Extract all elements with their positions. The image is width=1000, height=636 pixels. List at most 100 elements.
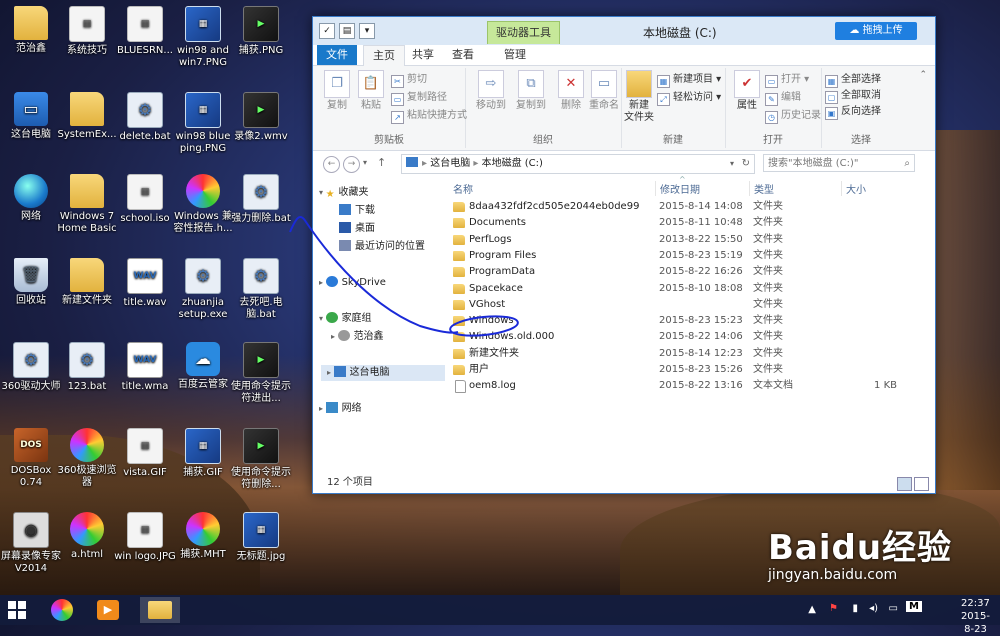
table-row[interactable]: ProgramData 2015-8-22 16:26 文件夹 bbox=[447, 264, 927, 280]
table-row[interactable]: PerfLogs 2013-8-22 15:50 文件夹 bbox=[447, 232, 927, 248]
table-row[interactable]: Windows.old.000 2015-8-22 14:06 文件夹 bbox=[447, 329, 927, 345]
desktop-icon-item[interactable]: ▦ 捕获.GIF bbox=[172, 428, 234, 479]
nav-desktop[interactable]: 桌面 bbox=[339, 221, 375, 237]
battery-icon[interactable]: ▭ bbox=[889, 603, 898, 614]
desktop-icon-item[interactable]: ⚙ 强力删除.bat bbox=[230, 174, 292, 225]
search-input[interactable]: 搜索"本地磁盘 (C:)" ⌕ bbox=[763, 154, 915, 172]
tab-view[interactable]: 查看 bbox=[445, 45, 481, 65]
properties-button[interactable]: ✔ 属性 bbox=[729, 70, 765, 112]
desktop-icon-item[interactable]: ⚙ 去死吧.电脑.bat bbox=[230, 258, 292, 321]
desktop-icon-item[interactable]: ⚙ 123.bat bbox=[56, 342, 118, 393]
open-button[interactable]: ▭ 打开 ▾ bbox=[765, 72, 809, 88]
nav-recent[interactable]: 最近访问的位置 bbox=[339, 239, 425, 255]
table-row[interactable]: Windows 2015-8-23 15:23 文件夹 bbox=[447, 313, 927, 329]
easy-access-button[interactable]: ⤢ 轻松访问 ▾ bbox=[657, 90, 721, 106]
nav-this-pc[interactable]: ▸ 这台电脑 bbox=[321, 365, 445, 381]
address-bar[interactable]: ▸ 这台电脑 ▸ 本地磁盘 (C:) ▾ ↻ bbox=[401, 154, 755, 174]
delete-button[interactable]: ✕ 删除 bbox=[553, 70, 589, 112]
desktop-icon-item[interactable]: ▶ 捕获.PNG bbox=[230, 6, 292, 57]
desktop-icon-item[interactable]: 🗑 回收站 bbox=[0, 258, 62, 307]
table-row[interactable]: 8daa432fdf2cd505e2044eb0de99 2015-8-14 14… bbox=[447, 199, 927, 215]
copy-path-button[interactable]: ▭ 复制路径 bbox=[391, 90, 447, 106]
copy-to-button[interactable]: ⧉ 复制到 bbox=[511, 70, 551, 112]
select-all-button[interactable]: ▦ 全部选择 bbox=[825, 72, 881, 88]
desktop-icon-item[interactable]: a.html bbox=[56, 512, 118, 561]
desktop-icon-item[interactable]: ▤ school.iso bbox=[114, 174, 176, 225]
column-header-type[interactable]: 类型 bbox=[749, 181, 774, 196]
refresh-icon[interactable]: ↻ bbox=[742, 155, 750, 173]
desktop-icon-item[interactable]: ▶ 使用命令提示符删除... bbox=[230, 428, 292, 491]
column-header-name[interactable]: 名称 bbox=[453, 181, 473, 196]
collapse-ribbon-icon[interactable]: ⌃ bbox=[919, 70, 927, 80]
back-arrow-icon[interactable]: ← bbox=[323, 156, 340, 173]
desktop-icon-item[interactable]: ▶ 录像2.wmv bbox=[230, 92, 292, 143]
desktop-icon-item[interactable]: ⚙ 360驱动大师 bbox=[0, 342, 62, 393]
desktop-icon-item[interactable]: ⚙ zhuanjia setup.exe bbox=[172, 258, 234, 321]
title-bar[interactable]: ✓ ▤ ▾ 驱动器工具 本地磁盘 (C:) ☁ 拖拽上传 bbox=[313, 17, 935, 45]
desktop-icon-item[interactable]: Windows 7 Home Basic bbox=[56, 174, 118, 235]
up-arrow-icon[interactable]: ↑ bbox=[377, 156, 386, 169]
desktop-icon-item[interactable]: SystemEx... bbox=[56, 92, 118, 141]
move-to-button[interactable]: ⇨ 移动到 bbox=[471, 70, 511, 112]
large-icons-view-icon[interactable] bbox=[914, 477, 929, 491]
copy-button[interactable]: ❐ 复制 bbox=[319, 70, 355, 112]
clock[interactable]: 22:37 2015-8-23 bbox=[961, 597, 990, 636]
desktop-icon-item[interactable]: 360极速浏览器 bbox=[56, 428, 118, 489]
nav-downloads[interactable]: 下载 bbox=[339, 203, 375, 219]
address-dropdown-icon[interactable]: ▾ bbox=[730, 155, 734, 173]
cut-button[interactable]: ✂ 剪切 bbox=[391, 72, 427, 88]
network-signal-icon[interactable]: ▮ bbox=[852, 603, 858, 614]
tray-expand-icon[interactable]: ▲ bbox=[808, 604, 816, 615]
volume-icon[interactable]: ◂) bbox=[869, 603, 878, 614]
explorer-window[interactable]: ✓ ▤ ▾ 驱动器工具 本地磁盘 (C:) ☁ 拖拽上传 文件 主页 共享 查看… bbox=[312, 16, 936, 494]
properties-icon[interactable]: ✓ bbox=[319, 23, 335, 39]
table-row[interactable]: Program Files 2015-8-23 15:19 文件夹 bbox=[447, 248, 927, 264]
tab-home[interactable]: 主页 bbox=[363, 45, 405, 67]
desktop-icon-item[interactable]: WAV title.wma bbox=[114, 342, 176, 393]
new-folder-button[interactable]: 新建 文件夹 bbox=[623, 70, 655, 124]
desktop-icon-item[interactable]: 范治鑫 bbox=[0, 6, 62, 55]
upload-button[interactable]: ☁ 拖拽上传 bbox=[835, 22, 917, 40]
windows-start-icon[interactable] bbox=[8, 601, 26, 619]
desktop-icon-item[interactable]: ▭ 这台电脑 bbox=[0, 92, 62, 141]
breadcrumb-drive[interactable]: 本地磁盘 (C:) bbox=[482, 158, 543, 169]
select-none-button[interactable]: ▢ 全部取消 bbox=[825, 88, 881, 104]
edit-button[interactable]: ✎ 编辑 bbox=[765, 90, 801, 106]
forward-arrow-icon[interactable]: → bbox=[343, 156, 360, 173]
desktop-icon-item[interactable]: DOS DOSBox 0.74 bbox=[0, 428, 62, 489]
breadcrumb-this-pc[interactable]: 这台电脑 bbox=[430, 158, 470, 169]
paste-button[interactable]: 📋 粘贴 bbox=[353, 70, 389, 112]
table-row[interactable]: Spacekace 2015-8-10 18:08 文件夹 bbox=[447, 281, 927, 297]
desktop-icon-item[interactable]: 新建文件夹 bbox=[56, 258, 118, 307]
table-row[interactable]: 用户 2015-8-23 15:26 文件夹 bbox=[447, 362, 927, 378]
desktop-icon-item[interactable]: ▤ vista.GIF bbox=[114, 428, 176, 479]
desktop-icon-item[interactable]: ▦ win98 blue ping.PNG bbox=[172, 92, 234, 155]
nav-favorites[interactable]: ▾ ★ 收藏夹 bbox=[319, 185, 369, 201]
desktop-icon-item[interactable]: ▤ BLUESRN... bbox=[114, 6, 176, 57]
paste-shortcut-button[interactable]: ↗ 粘贴快捷方式 bbox=[391, 108, 467, 124]
taskbar-browser-app[interactable] bbox=[42, 597, 82, 623]
desktop-icon-item[interactable]: 网络 bbox=[0, 174, 62, 223]
desktop-icon-item[interactable]: ◉ 屏幕录像专家V2014 bbox=[0, 512, 62, 575]
desktop-icon-item[interactable]: 捕获.MHT bbox=[172, 512, 234, 561]
rename-button[interactable]: ▭ 重命名 bbox=[585, 70, 623, 112]
desktop-icon-item[interactable]: ▦ 无标题.jpg bbox=[230, 512, 292, 563]
desktop-icon-item[interactable]: ▤ win logo.JPG bbox=[114, 512, 176, 563]
table-row[interactable]: VGhost 文件夹 bbox=[447, 297, 927, 313]
desktop-icon-item[interactable]: ☁ 百度云管家 bbox=[172, 342, 234, 391]
desktop-icon-item[interactable]: ▦ win98 and win7.PNG bbox=[172, 6, 234, 69]
table-row[interactable]: Documents 2015-8-11 10:48 文件夹 bbox=[447, 215, 927, 231]
table-row[interactable]: 新建文件夹 2015-8-14 12:23 文件夹 bbox=[447, 346, 927, 362]
new-item-button[interactable]: ▦ 新建项目 ▾ bbox=[657, 72, 721, 88]
desktop-icon-item[interactable]: Windows 兼容性报告.h... bbox=[172, 174, 234, 235]
desktop-icon-item[interactable]: ▤ 系统技巧 bbox=[56, 6, 118, 57]
nav-skydrive[interactable]: ▸ SkyDrive bbox=[319, 275, 386, 291]
qat-dropdown-icon[interactable]: ▾ bbox=[359, 23, 375, 39]
tab-manage[interactable]: 管理 bbox=[485, 45, 545, 65]
desktop-icon-item[interactable]: ⚙ delete.bat bbox=[114, 92, 176, 143]
nav-network[interactable]: ▸ 网络 bbox=[319, 401, 362, 417]
invert-selection-button[interactable]: ▣ 反向选择 bbox=[825, 104, 881, 120]
ime-indicator[interactable]: M bbox=[906, 601, 922, 612]
column-header-size[interactable]: 大小 bbox=[841, 181, 866, 196]
context-tab-drive-tools[interactable]: 驱动器工具 bbox=[487, 21, 560, 44]
